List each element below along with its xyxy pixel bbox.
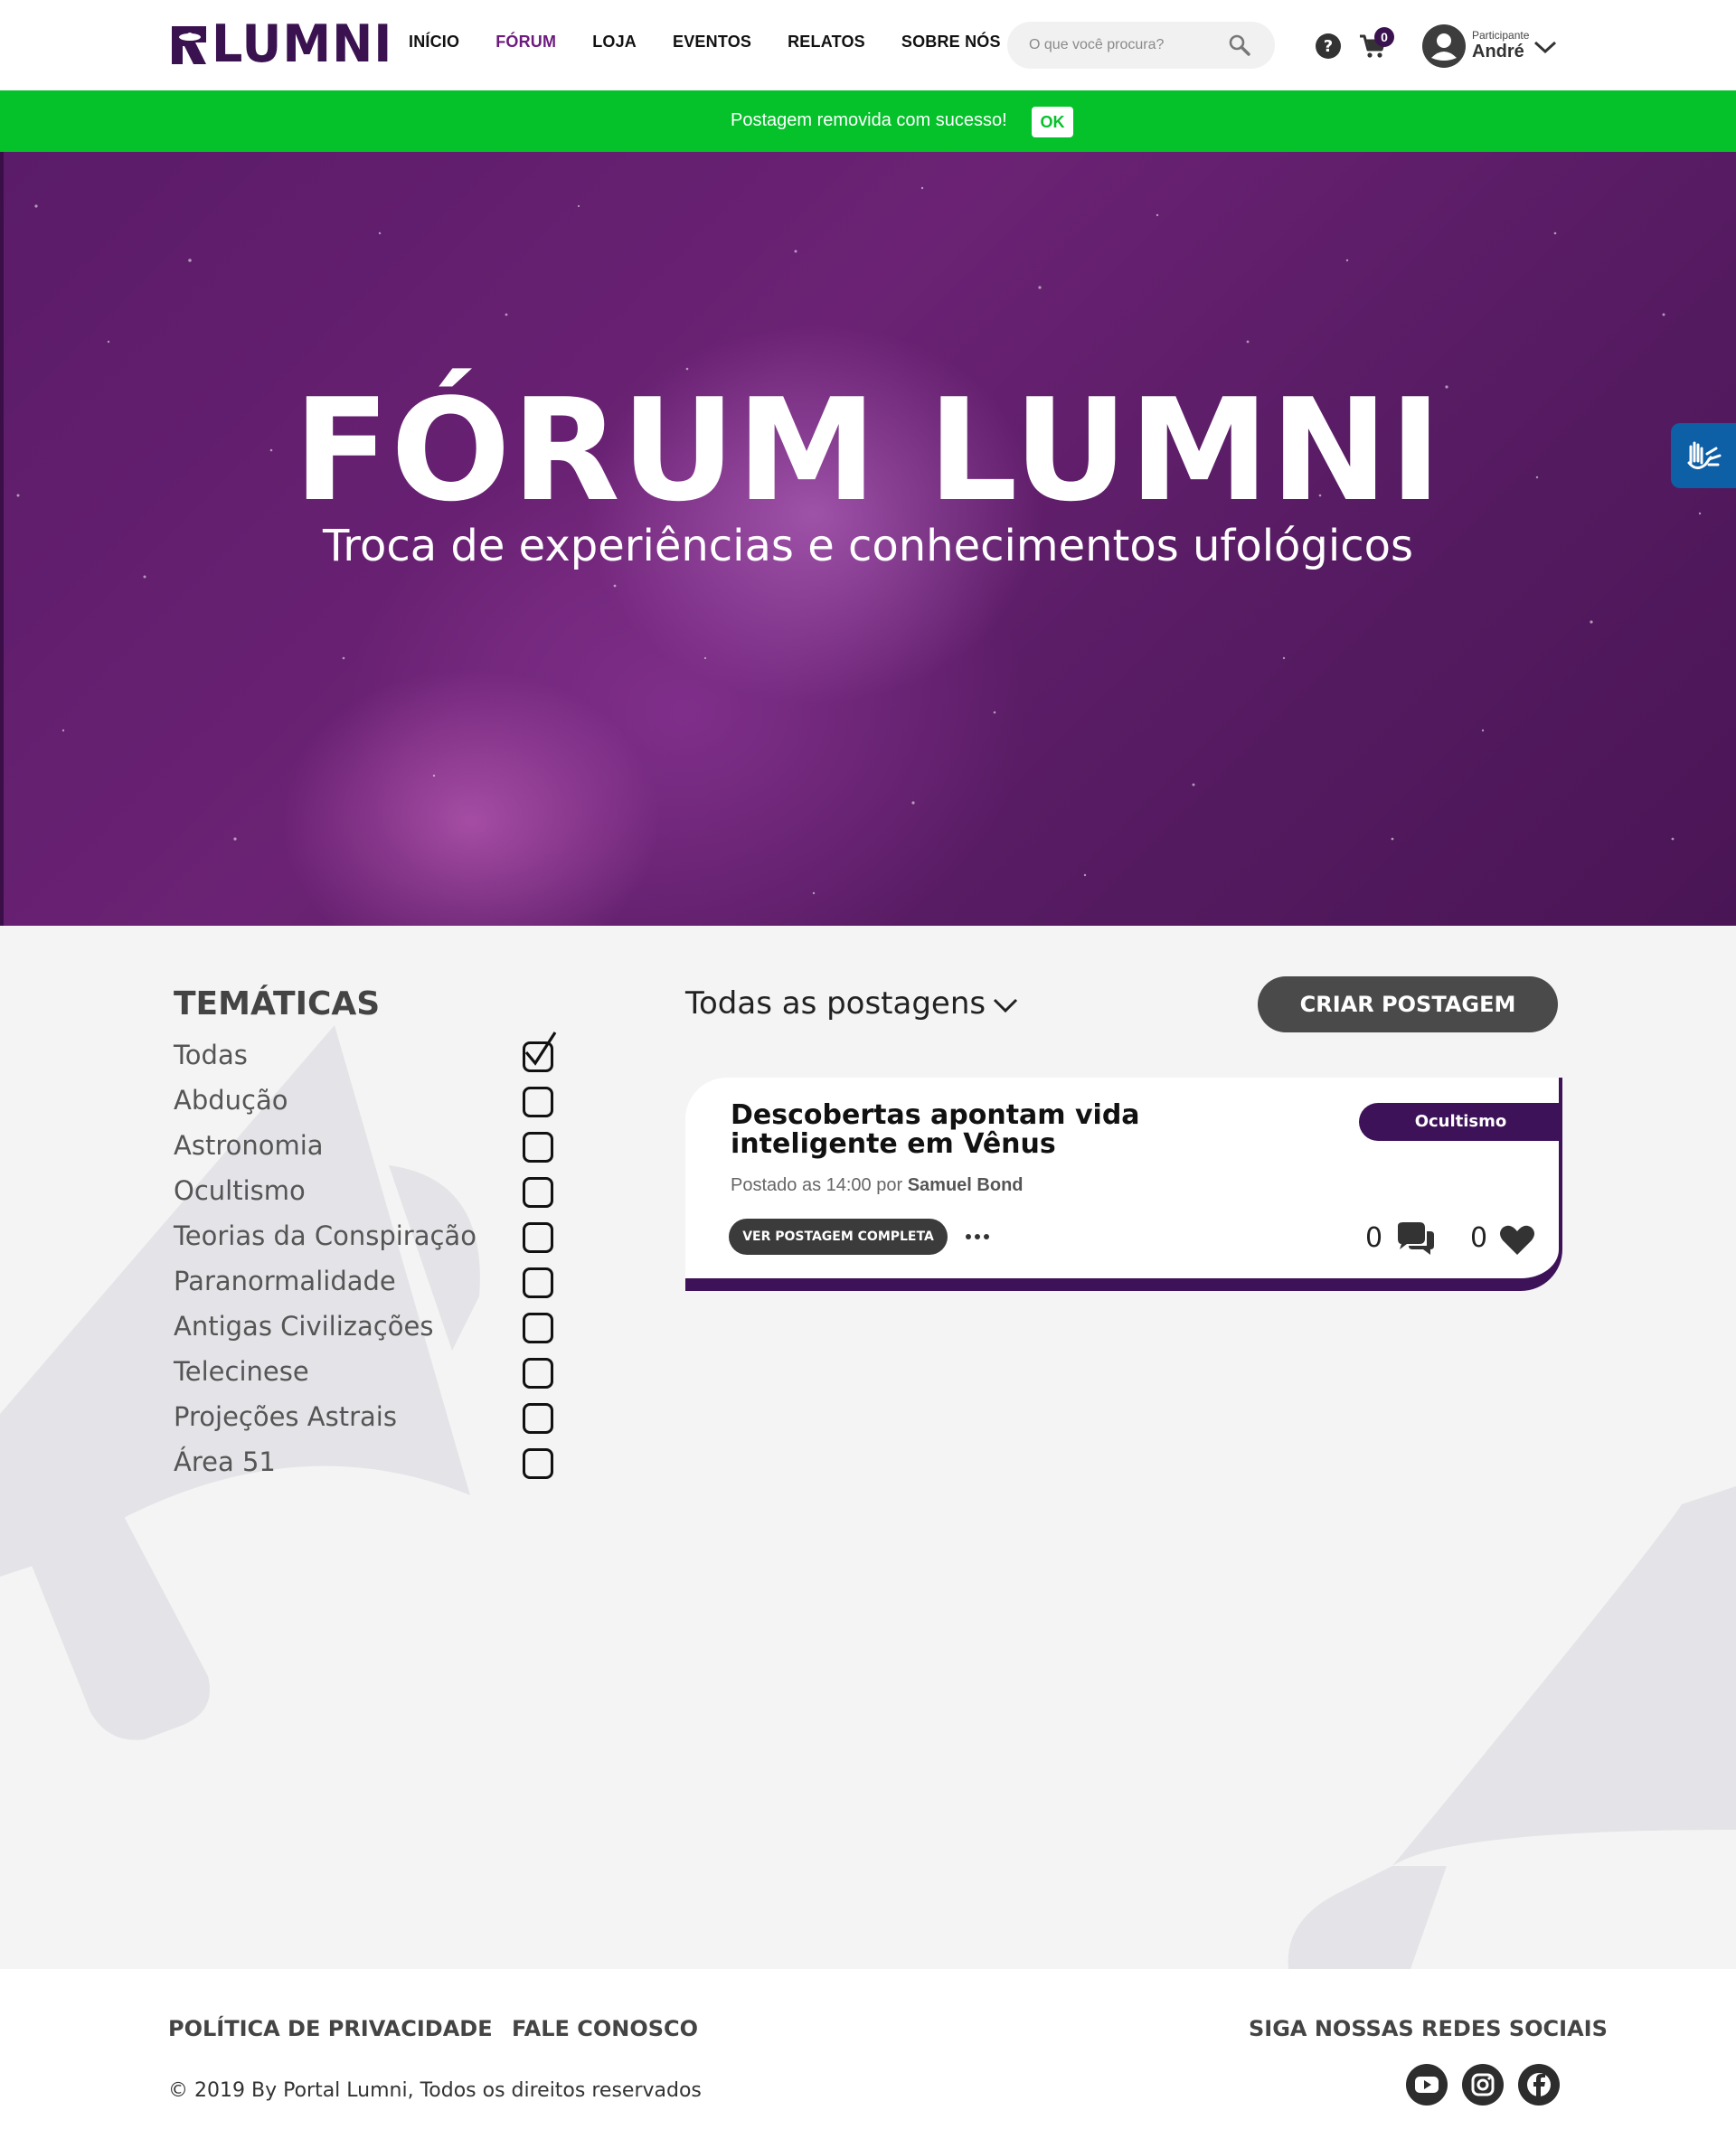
topic-row-todas[interactable]: Todas	[174, 1032, 562, 1085]
youtube-icon[interactable]	[1405, 2063, 1448, 2106]
topic-label: Abdução	[174, 1085, 288, 1116]
topic-label: Telecinese	[174, 1356, 309, 1387]
ufo-logo-icon	[172, 26, 206, 64]
see-full-post-button[interactable]: VER POSTAGEM COMPLETA	[729, 1219, 948, 1255]
topic-row-antigas-civilizacoes[interactable]: Antigas Civilizações	[174, 1311, 562, 1356]
heart-icon[interactable]	[1499, 1224, 1535, 1257]
copyright-text: © 2019 By Portal Lumni, Todos os direito…	[168, 2079, 702, 2102]
search-input[interactable]	[1029, 34, 1228, 56]
user-name[interactable]: André	[1472, 42, 1524, 62]
comment-count: 0	[1365, 1222, 1383, 1254]
topic-checkbox[interactable]	[523, 1358, 553, 1389]
search-box	[1007, 22, 1275, 69]
user-avatar-icon[interactable]	[1421, 24, 1467, 69]
accessibility-sign-language-button[interactable]	[1671, 423, 1736, 488]
help-icon[interactable]: ?	[1315, 33, 1342, 60]
topic-label: Astronomia	[174, 1130, 324, 1161]
topic-row-telecinese[interactable]: Telecinese	[174, 1356, 562, 1401]
topic-checkbox[interactable]	[523, 1132, 553, 1163]
topic-label: Área 51	[174, 1446, 276, 1477]
create-post-button[interactable]: CRIAR POSTAGEM	[1258, 976, 1558, 1032]
topic-label: Ocultismo	[174, 1175, 306, 1206]
post-author[interactable]: Samuel Bond	[908, 1175, 1024, 1195]
nav-eventos[interactable]: EVENTOS	[673, 33, 751, 52]
nav-inicio[interactable]: INÍCIO	[409, 33, 459, 52]
chevron-down-icon[interactable]	[991, 994, 1020, 1016]
lumni-logo[interactable]: LUMNI	[170, 14, 393, 74]
posts-filter-dropdown[interactable]: Todas as postagens	[685, 985, 986, 1022]
search-icon[interactable]	[1228, 33, 1251, 57]
facebook-icon[interactable]	[1517, 2063, 1561, 2106]
like-count: 0	[1470, 1222, 1488, 1254]
checkmark-icon	[524, 1032, 557, 1066]
hero-title: FÓRUM LUMNI	[293, 368, 1443, 532]
comments-icon[interactable]	[1394, 1222, 1436, 1257]
instagram-icon[interactable]	[1461, 2063, 1505, 2106]
topic-row-ocultismo[interactable]: Ocultismo	[174, 1175, 562, 1220]
post-time: Postado as 14:00 por	[731, 1175, 908, 1195]
chevron-down-icon[interactable]	[1532, 38, 1559, 56]
post-tag[interactable]: Ocultismo	[1359, 1103, 1562, 1141]
topic-checkbox[interactable]	[523, 1177, 553, 1208]
logo-text: LUMNI	[212, 14, 393, 74]
topic-row-area-51[interactable]: Área 51	[174, 1446, 562, 1492]
topic-checkbox[interactable]	[523, 1267, 553, 1298]
post-card: Descobertas apontam vida inteligente em …	[685, 1078, 1562, 1291]
topic-checkbox[interactable]	[523, 1403, 553, 1434]
nav-sobre-nos[interactable]: SOBRE NÓS	[901, 33, 1001, 52]
hero-banner: FÓRUM LUMNI Troca de experiências e conh…	[0, 152, 1736, 926]
topic-label: Teorias da Conspiração	[174, 1220, 476, 1251]
svg-text:?: ?	[1324, 37, 1333, 56]
topic-row-teorias-conspiracao[interactable]: Teorias da Conspiração	[174, 1220, 562, 1266]
topic-checkbox[interactable]	[523, 1448, 553, 1479]
topics-title: TEMÁTICAS	[174, 985, 381, 1022]
main-nav: INÍCIO FÓRUM LOJA EVENTOS RELATOS SOBRE …	[409, 33, 1037, 52]
topic-row-astronomia[interactable]: Astronomia	[174, 1130, 562, 1175]
hero-left-border	[0, 152, 4, 926]
topic-label: Projeções Astrais	[174, 1401, 397, 1432]
topic-label: Paranormalidade	[174, 1266, 396, 1296]
site-footer: POLÍTICA DE PRIVACIDADE FALE CONOSCO SIG…	[0, 1969, 1736, 2148]
hands-icon	[1687, 441, 1722, 469]
toast-ok-button[interactable]: OK	[1032, 107, 1073, 137]
contact-link[interactable]: FALE CONOSCO	[512, 2016, 698, 2041]
nav-loja[interactable]: LOJA	[592, 33, 637, 52]
topic-checkbox[interactable]	[523, 1313, 553, 1343]
social-heading: SIGA NOSSAS REDES SOCIAIS	[1249, 2016, 1608, 2041]
more-options-icon[interactable]	[964, 1228, 991, 1246]
nav-relatos[interactable]: RELATOS	[788, 33, 865, 52]
topic-label: Antigas Civilizações	[174, 1311, 434, 1342]
post-meta: Postado as 14:00 por Samuel Bond	[731, 1175, 1024, 1196]
nav-forum[interactable]: FÓRUM	[495, 33, 556, 52]
privacy-policy-link[interactable]: POLÍTICA DE PRIVACIDADE	[168, 2016, 493, 2041]
topic-row-abducao[interactable]: Abdução	[174, 1085, 562, 1130]
topic-checkbox[interactable]	[523, 1222, 553, 1253]
toast-message: Postagem removida com sucesso!	[731, 110, 1007, 130]
post-title[interactable]: Descobertas apontam vida inteligente em …	[731, 1101, 1309, 1159]
success-toast: Postagem removida com sucesso! OK	[0, 90, 1736, 152]
user-role: Participante	[1472, 29, 1530, 42]
topic-checkbox[interactable]	[523, 1087, 553, 1117]
cart-count-badge: 0	[1374, 27, 1394, 47]
topic-label: Todas	[174, 1040, 248, 1070]
hero-subtitle: Troca de experiências e conhecimentos uf…	[323, 521, 1413, 571]
topic-row-paranormalidade[interactable]: Paranormalidade	[174, 1266, 562, 1311]
site-header: LUMNI INÍCIO FÓRUM LOJA EVENTOS RELATOS …	[0, 0, 1736, 90]
topic-row-projecoes-astrais[interactable]: Projeções Astrais	[174, 1401, 562, 1446]
